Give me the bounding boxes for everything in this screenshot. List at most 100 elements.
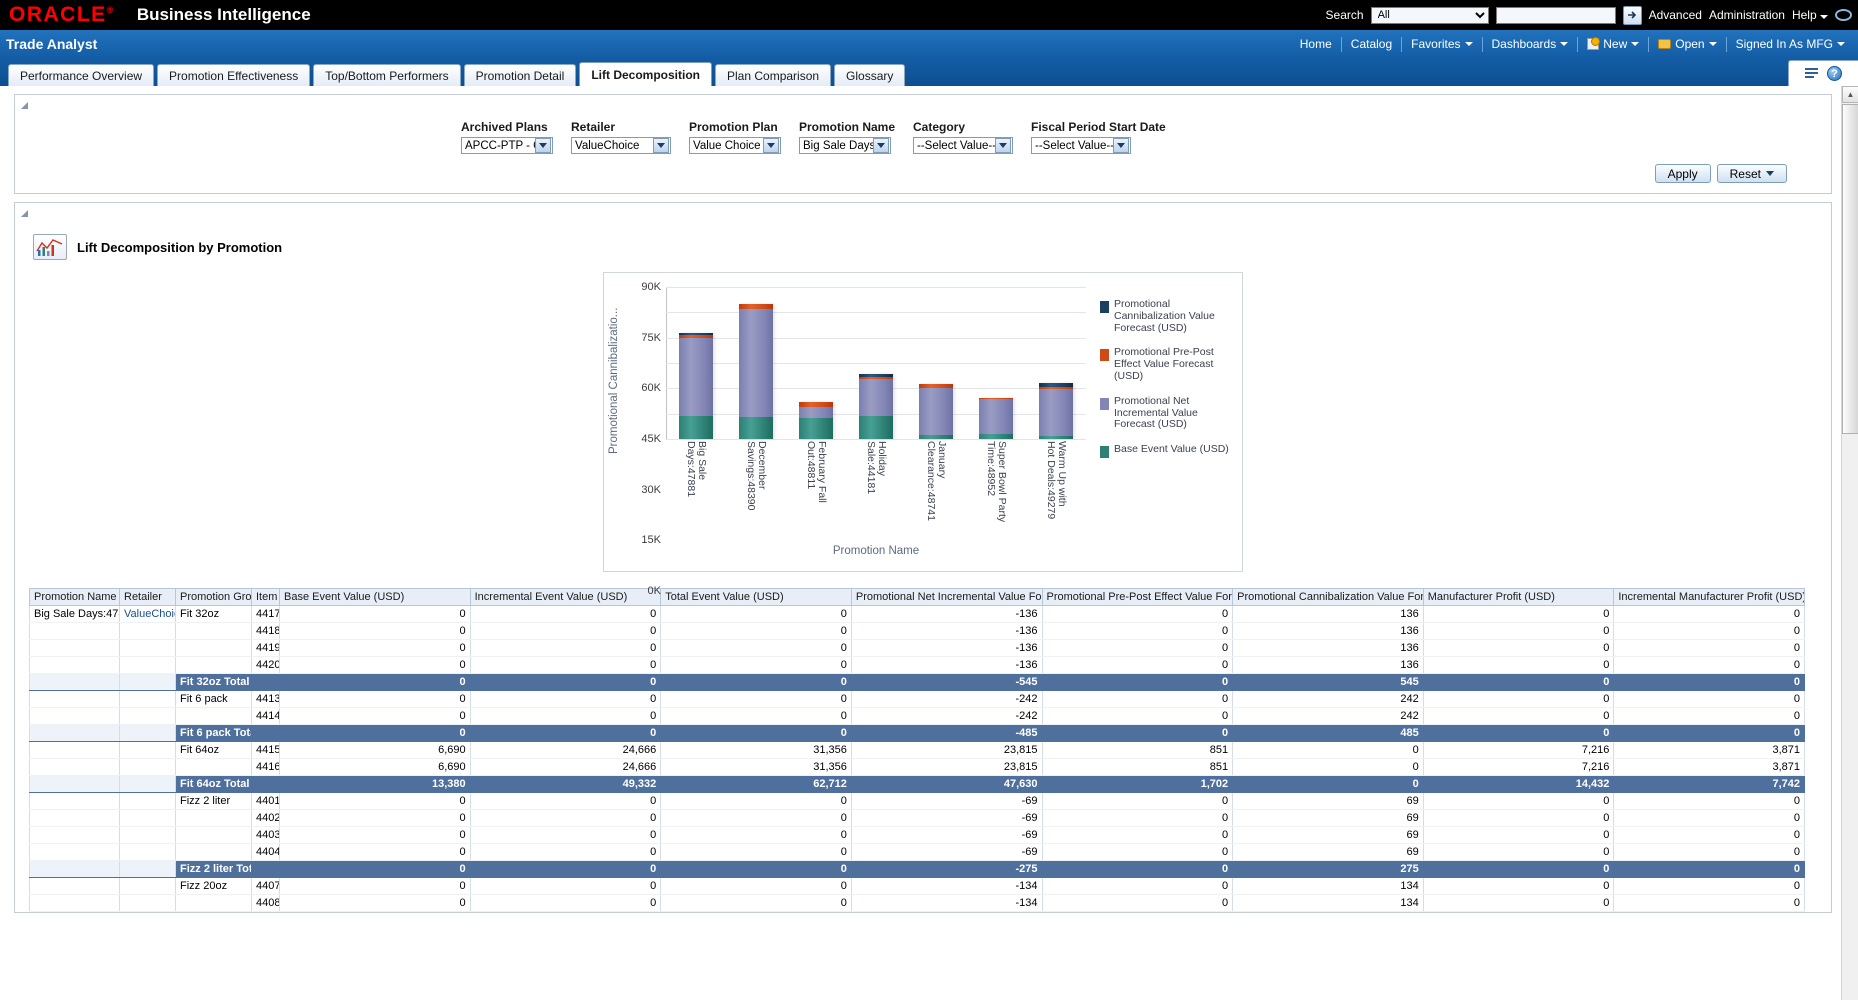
cell-measure: 0: [1614, 844, 1805, 861]
page-scrollbar[interactable]: ▲: [1841, 86, 1858, 1000]
chart-bar[interactable]: [979, 398, 1013, 439]
help-icon[interactable]: ?: [1827, 66, 1842, 81]
promotion-name-select[interactable]: Big Sale Days:47: [799, 137, 891, 154]
chart-bar-segment[interactable]: [859, 416, 893, 439]
cell-measure: 0: [280, 674, 471, 691]
cell-measure: 23,815: [851, 759, 1042, 776]
cell-measure: 0: [470, 708, 661, 725]
chart-bar[interactable]: [1039, 383, 1073, 439]
cell-measure: 0: [1042, 606, 1233, 623]
category-select[interactable]: --Select Value--: [913, 137, 1013, 154]
chart-bar[interactable]: [799, 402, 833, 439]
cell-measure: 0: [1042, 861, 1233, 878]
chart-bar-segment[interactable]: [1039, 389, 1073, 436]
chart-bar-group[interactable]: [966, 287, 1026, 439]
chart-bar-group[interactable]: [906, 287, 966, 439]
tab-performance-overview[interactable]: Performance Overview: [8, 64, 154, 86]
cell-measure: 0: [661, 895, 852, 912]
scroll-thumb[interactable]: [1842, 104, 1858, 434]
cell-measure: -134: [851, 878, 1042, 895]
cell-measure: 0: [1423, 861, 1614, 878]
nav-favorites[interactable]: Favorites: [1401, 37, 1481, 52]
promotion-plan-select[interactable]: Value Choice Bev: [689, 137, 781, 154]
chart-bar-segment[interactable]: [979, 434, 1013, 439]
tab-plan-comparison[interactable]: Plan Comparison: [715, 64, 831, 86]
folder-open-icon: [1658, 39, 1671, 49]
cell-promotion-name: [30, 742, 120, 759]
cell-measure: 0: [661, 691, 852, 708]
cell-measure: 0: [470, 793, 661, 810]
nav-signed-in-as[interactable]: Signed In As MFG: [1726, 37, 1854, 52]
nav-catalog[interactable]: Catalog: [1341, 37, 1401, 52]
advanced-link[interactable]: Advanced: [1649, 8, 1702, 22]
table-column-header[interactable]: Manufacturer Profit (USD): [1423, 589, 1614, 606]
chart-bar-segment[interactable]: [739, 309, 773, 417]
chart-bar-group[interactable]: [1026, 287, 1086, 439]
nav-dashboards[interactable]: Dashboards: [1482, 37, 1578, 52]
cell-measure: 0: [661, 674, 852, 691]
chart-bar[interactable]: [739, 304, 773, 439]
table-row: 4403000-6906900: [30, 827, 1805, 844]
cell-measure: 6,690: [280, 742, 471, 759]
nav-home[interactable]: Home: [1291, 37, 1341, 52]
legend-item[interactable]: Promotional Pre-Post Effect Value Foreca…: [1100, 347, 1235, 382]
chart-bar[interactable]: [679, 333, 713, 439]
legend-item[interactable]: Base Event Value (USD): [1100, 444, 1235, 458]
table-column-header[interactable]: Incremental Manufacturer Profit (USD): [1614, 589, 1805, 606]
chart-bar-segment[interactable]: [679, 338, 713, 417]
chart-bar-segment[interactable]: [799, 407, 833, 419]
search-input[interactable]: [1496, 7, 1616, 24]
nav-open[interactable]: Open: [1648, 37, 1725, 52]
page-options-icon[interactable]: [1805, 68, 1818, 79]
chart-bar-group[interactable]: [786, 287, 846, 439]
table-column-header[interactable]: Incremental Event Value (USD): [470, 589, 661, 606]
table-column-header[interactable]: Base Event Value (USD): [280, 589, 471, 606]
collapse-handle-icon[interactable]: [21, 100, 33, 112]
fiscal-period-start-date-select[interactable]: --Select Value--: [1031, 137, 1131, 154]
tab-glossary[interactable]: Glossary: [834, 64, 905, 86]
help-link[interactable]: Help: [1792, 8, 1828, 22]
tab-top-bottom-performers[interactable]: Top/Bottom Performers: [313, 64, 460, 86]
apply-button[interactable]: Apply: [1655, 164, 1711, 183]
reset-button[interactable]: Reset: [1717, 164, 1787, 183]
legend-item[interactable]: Promotional Cannibalization Value Foreca…: [1100, 299, 1235, 334]
table-column-header[interactable]: Promotion Group: [176, 589, 252, 606]
chart-bar-segment[interactable]: [1039, 436, 1073, 439]
table-column-header[interactable]: Retailer: [120, 589, 176, 606]
chart-bar[interactable]: [919, 384, 953, 439]
cell-measure: 0: [661, 725, 852, 742]
search-go-button[interactable]: [1623, 6, 1642, 25]
administration-link[interactable]: Administration: [1709, 8, 1785, 22]
nav-new[interactable]: New: [1577, 37, 1648, 52]
table-column-header[interactable]: Promotional Cannibalization Value Foreca…: [1233, 589, 1424, 606]
scroll-up-button[interactable]: ▲: [1842, 86, 1858, 103]
table-column-header[interactable]: Promotional Pre-Post Effect Value Foreca…: [1042, 589, 1233, 606]
chart-bar-group[interactable]: [726, 287, 786, 439]
chart-bar-segment[interactable]: [919, 388, 953, 435]
collapse-handle-icon-2[interactable]: [21, 208, 33, 220]
chart-bar-group[interactable]: [846, 287, 906, 439]
table-column-header[interactable]: Item: [252, 589, 280, 606]
chart-bar-segment[interactable]: [799, 418, 833, 439]
chart-bar-group[interactable]: [666, 287, 726, 439]
chart-bar-segment[interactable]: [979, 399, 1013, 434]
chart-bar-segment[interactable]: [919, 435, 953, 439]
chart-bar-segment[interactable]: [739, 417, 773, 439]
tab-promotion-effectiveness[interactable]: Promotion Effectiveness: [157, 64, 310, 86]
table-column-header[interactable]: Total Event Value (USD): [661, 589, 852, 606]
chart-bar-segment[interactable]: [859, 379, 893, 416]
cell-measure: 3,871: [1614, 759, 1805, 776]
retailer-select[interactable]: ValueChoice: [571, 137, 671, 154]
chart-bar-segment[interactable]: [679, 416, 713, 439]
search-scope-select[interactable]: All: [1371, 7, 1489, 24]
archived-plans-select[interactable]: APCC-PTP - Curre: [461, 137, 553, 154]
user-avatar-icon[interactable]: [1835, 9, 1852, 21]
table-column-header[interactable]: Promotional Net Incremental Value Foreca…: [851, 589, 1042, 606]
tab-lift-decomposition[interactable]: Lift Decomposition: [579, 62, 712, 86]
legend-item[interactable]: Promotional Net Incremental Value Foreca…: [1100, 396, 1235, 431]
cell-measure: 0: [1614, 810, 1805, 827]
table-column-header[interactable]: Promotion Name: [30, 589, 120, 606]
cell-promotion-name: [30, 708, 120, 725]
tab-promotion-detail[interactable]: Promotion Detail: [464, 64, 577, 86]
chart-bar[interactable]: [859, 374, 893, 439]
